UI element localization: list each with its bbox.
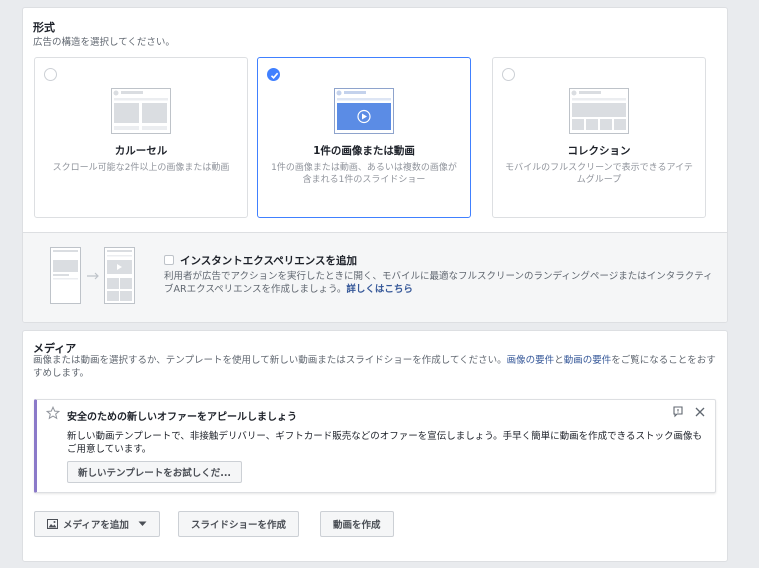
image-icon bbox=[47, 519, 58, 529]
single-image-radio[interactable] bbox=[267, 68, 280, 81]
instant-experience-checkbox[interactable] bbox=[164, 255, 174, 265]
media-desc-part1: 画像または動画を選択するか、テンプレートを使用して新しい動画またはスライドショー… bbox=[33, 355, 507, 366]
promo-text: 新しい動画テンプレートで、非接触デリバリー、ギフトカード販売などのオファーを宣伝… bbox=[67, 431, 702, 455]
collection-illustration-icon bbox=[569, 88, 629, 134]
format-option-collection[interactable]: コレクション モバイルのフルスクリーンで表示できるアイテムグループ bbox=[492, 57, 706, 218]
checkmark-icon bbox=[270, 72, 279, 79]
learn-more-link[interactable]: 詳しくはこちら bbox=[346, 284, 413, 295]
carousel-title: カルーセル bbox=[114, 145, 168, 157]
instant-experience-desc: 利用者が広告でアクションを実行したときに開く、モバイルに最適なフルスクリーンのラ… bbox=[164, 270, 714, 296]
star-icon bbox=[46, 406, 60, 420]
promo-banner: 安全のための新しいオファーをアピールしましょう 新しい動画テンプレートで、非接触… bbox=[34, 399, 716, 493]
format-option-single-image-video[interactable]: 1件の画像または動画 1件の画像または動画、あるいは複数の画像が含まれる1件のス… bbox=[257, 57, 471, 218]
carousel-desc: スクロール可能な2件以上の画像または動画 bbox=[52, 163, 230, 173]
format-title: 形式 bbox=[33, 21, 55, 34]
instant-experience-illustration-icon bbox=[50, 247, 135, 304]
instant-experience-desc-text: 利用者が広告でアクションを実行したときに開く、モバイルに最適なフルスクリーンのラ… bbox=[164, 271, 713, 295]
create-slideshow-button[interactable]: スライドショーを作成 bbox=[178, 511, 300, 537]
promo-title: 安全のための新しいオファーをアピールしましょう bbox=[67, 412, 297, 423]
media-section: メディア 画像または動画を選択するか、テンプレートを使用して新しい動画またはスラ… bbox=[22, 330, 728, 562]
format-section: 形式 広告の構造を選択してください。 カルーセル スクロール可能な2件以上の画像… bbox=[22, 7, 728, 323]
video-requirements-link[interactable]: 動画の要件 bbox=[564, 355, 612, 366]
collection-title: コレクション bbox=[567, 145, 631, 157]
add-media-label: メディアを追加 bbox=[63, 520, 129, 531]
collection-desc: モバイルのフルスクリーンで表示できるアイテムグループ bbox=[505, 163, 693, 185]
create-video-button[interactable]: 動画を作成 bbox=[320, 511, 394, 537]
carousel-radio[interactable] bbox=[44, 68, 57, 81]
create-slideshow-label: スライドショーを作成 bbox=[191, 520, 287, 531]
single-image-illustration-icon bbox=[334, 88, 394, 134]
media-description: 画像または動画を選択するか、テンプレートを使用して新しい動画またはスライドショー… bbox=[33, 354, 723, 380]
image-requirements-link[interactable]: 画像の要件 bbox=[507, 355, 555, 366]
create-video-label: 動画を作成 bbox=[333, 520, 381, 531]
try-new-template-button[interactable]: 新しいテンプレートをお試しくだ... bbox=[67, 461, 243, 483]
chevron-down-icon bbox=[138, 521, 147, 526]
feedback-flag-icon[interactable] bbox=[672, 406, 684, 419]
collection-radio[interactable] bbox=[502, 68, 515, 81]
media-desc-and: と bbox=[554, 355, 564, 366]
add-media-button[interactable]: メディアを追加 bbox=[34, 511, 160, 537]
format-subtitle: 広告の構造を選択してください。 bbox=[33, 37, 175, 48]
close-icon[interactable] bbox=[694, 406, 706, 418]
instant-experience-section: インスタントエクスペリエンスを追加 利用者が広告でアクションを実行したときに開く… bbox=[23, 232, 727, 322]
format-option-carousel[interactable]: カルーセル スクロール可能な2件以上の画像または動画 bbox=[34, 57, 248, 218]
carousel-illustration-icon bbox=[111, 88, 171, 134]
single-image-desc: 1件の画像または動画、あるいは複数の画像が含まれる1件のスライドショー bbox=[271, 163, 457, 185]
instant-experience-label: インスタントエクスペリエンスを追加 bbox=[180, 255, 358, 267]
single-image-title: 1件の画像または動画 bbox=[313, 145, 415, 157]
